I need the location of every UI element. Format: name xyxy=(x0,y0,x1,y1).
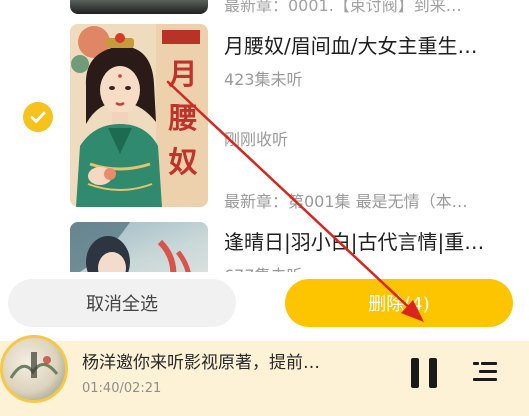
book-cover[interactable]: 月腰奴 xyxy=(70,24,208,207)
deselect-all-button[interactable]: 取消全选 xyxy=(8,279,236,327)
book-title: 逢晴日|羽小白|古代言情|重… xyxy=(224,230,485,254)
latest-chapter: 最新章：0001.【束讨阀】到来… xyxy=(224,0,462,15)
album-disc[interactable] xyxy=(0,335,68,403)
mini-player[interactable]: 杨洋邀你来听影视原著，提前… 01:40/02:21 xyxy=(0,335,529,416)
book-cover[interactable] xyxy=(70,0,208,14)
playback-time: 01:40/02:21 xyxy=(82,381,162,396)
now-playing-title: 杨洋邀你来听影视原著，提前… xyxy=(82,353,320,373)
delete-button[interactable]: 删除(4) xyxy=(285,279,513,327)
pause-icon xyxy=(429,358,437,388)
pause-button[interactable] xyxy=(406,355,442,391)
book-title: 月腰奴/眉间血/大女主重生… xyxy=(224,34,478,58)
book-cover[interactable] xyxy=(70,222,208,272)
listen-status: 刚刚收听 xyxy=(224,130,289,149)
checkmark-icon[interactable] xyxy=(23,102,53,132)
pause-icon xyxy=(411,358,419,388)
bookshelf-list: 最新章：0001.【束讨阀】到来… 月腰奴 月腰奴/眉间血/大女主重生… 423… xyxy=(0,0,529,272)
cover-title-art: 月腰奴 xyxy=(168,57,198,179)
playlist-icon xyxy=(473,362,497,381)
latest-chapter: 最新章：第001集 最是无情（本… xyxy=(224,192,468,211)
unheard-count: 423集未听 xyxy=(224,70,303,89)
unheard-count: 677集未听 xyxy=(224,262,303,272)
playlist-button[interactable] xyxy=(469,356,501,388)
